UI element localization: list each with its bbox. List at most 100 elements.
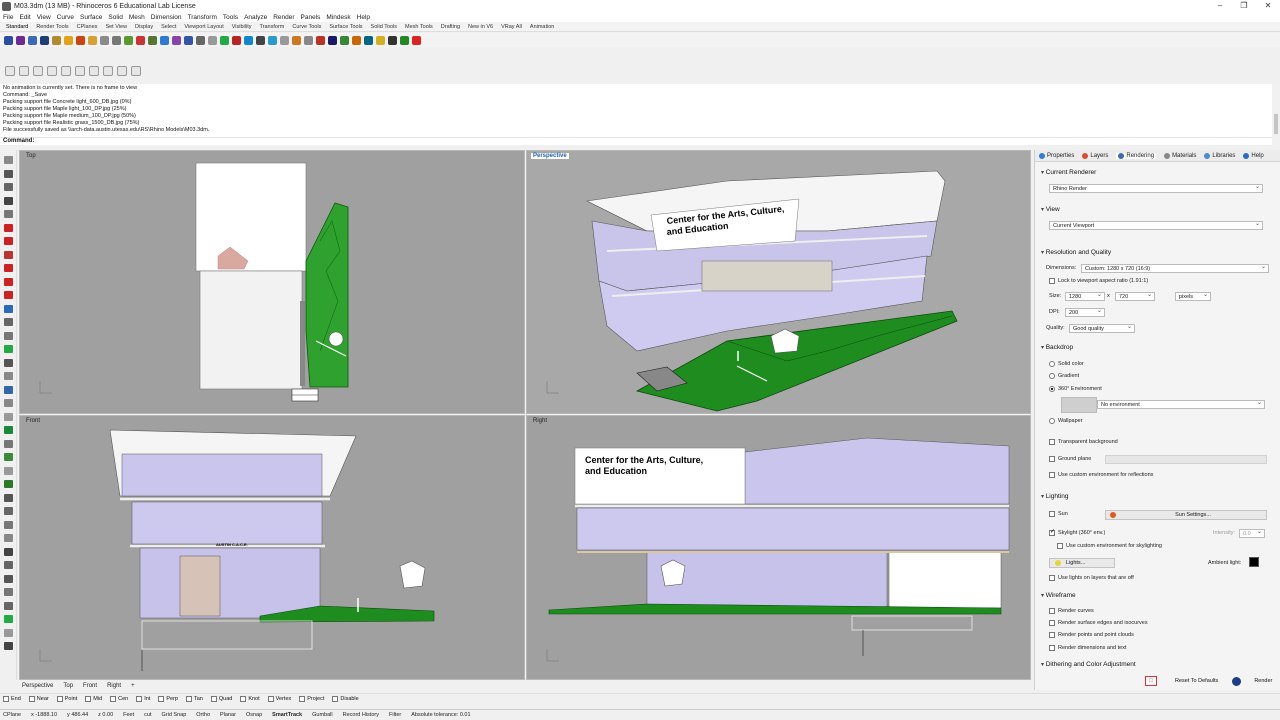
checkbox[interactable] [1049,439,1055,445]
vptab-front[interactable]: Front [83,683,97,689]
status-ortho[interactable]: Ortho [196,712,210,718]
tab-standard[interactable]: Standard [6,24,28,30]
left-tool-icon[interactable] [4,291,13,299]
left-tool-icon[interactable] [4,156,13,164]
toolbar-tool-icon[interactable] [16,35,25,45]
checkbox[interactable] [158,696,165,702]
osnap-end[interactable]: End [3,696,21,702]
status-planar[interactable]: Planar [220,712,236,718]
restore-icon[interactable]: ❐ [1232,0,1256,12]
radio-button[interactable] [1049,386,1055,392]
toolbar-tool-icon[interactable] [292,35,301,45]
menu-analyze[interactable]: Analyze [244,14,267,21]
left-tool-icon[interactable] [4,183,13,191]
section-wireframe[interactable]: Wireframe [1041,592,1076,599]
custom-env-reflections-row[interactable]: Use custom environment for reflections [1049,472,1153,478]
left-tool-icon[interactable] [4,399,13,407]
ambient-color-swatch[interactable] [1249,557,1259,567]
tab-select[interactable]: Select [161,24,176,30]
left-tool-icon[interactable] [4,385,13,394]
checkbox[interactable] [332,696,339,702]
render-button[interactable]: Render [1254,678,1272,684]
status-grid-snap[interactable]: Grid Snap [162,712,187,718]
toolbar-tool-icon[interactable] [196,35,205,45]
viewport-right[interactable]: Right Center for the Arts, Culture, and … [526,415,1031,680]
environment-thumbnail[interactable] [1061,397,1097,413]
radio-button[interactable] [1049,361,1055,367]
height-input[interactable]: 720 [1115,291,1155,301]
left-tool-icon[interactable] [4,250,13,259]
toolbar-tool-icon[interactable] [136,35,145,45]
checkbox[interactable] [1049,575,1055,581]
left-tool-icon[interactable] [4,169,13,178]
menu-help[interactable]: Help [357,14,370,21]
toolbar-tool-icon[interactable] [148,35,157,45]
ground-plane-row[interactable]: Ground plane [1049,456,1091,462]
toolbar-tool-icon[interactable] [400,35,409,45]
left-tool-icon[interactable] [4,507,13,515]
left-tool-icon[interactable] [4,264,13,272]
minimize-icon[interactable]: – [1208,0,1232,12]
select-icon[interactable] [75,66,85,76]
quality-select[interactable]: Good quality [1069,323,1135,333]
status-layer[interactable]: cut [144,712,151,718]
width-input[interactable]: 1280 [1065,291,1105,301]
status-smarttrack[interactable]: SmartTrack [272,712,302,718]
osnap-vertex[interactable]: Vertex [267,696,291,702]
toolbar-tool-icon[interactable] [172,35,181,45]
checkbox[interactable] [1049,528,1055,536]
vptab-right[interactable]: Right [107,683,121,689]
checkbox[interactable] [85,696,92,702]
toolbar-tool-icon[interactable] [232,35,241,45]
checkbox[interactable] [267,696,274,702]
left-tool-icon[interactable] [4,426,13,434]
menu-solid[interactable]: Solid [108,14,122,21]
vptab-top[interactable]: Top [63,683,73,689]
render-points-row[interactable]: Render points and point clouds [1049,632,1134,638]
grid-icon[interactable] [47,66,57,76]
backdrop-wallpaper[interactable]: Wallpaper [1049,418,1083,424]
left-tool-icon[interactable] [4,318,13,326]
osnap-cen[interactable]: Cen [110,696,128,702]
backdrop-360-env[interactable]: 360° Environment [1049,386,1102,392]
left-tool-icon[interactable] [4,520,13,529]
menu-transform[interactable]: Transform [188,14,217,21]
checkbox[interactable] [28,696,35,702]
dimensions-select[interactable]: Custom: 1280 x 720 (16:9) [1081,263,1269,273]
menu-edit[interactable]: Edit [19,14,30,21]
osnap-knot[interactable]: Knot [240,696,260,702]
left-tool-icon[interactable] [4,642,13,650]
section-backdrop[interactable]: Backdrop [1041,344,1073,351]
tab-display[interactable]: Display [135,24,153,30]
osnap-disable[interactable]: Disable [332,696,359,702]
toolbar-tool-icon[interactable] [76,35,85,45]
left-tool-icon[interactable] [4,331,13,340]
checkbox[interactable] [185,696,192,702]
toolbar-tool-icon[interactable] [280,35,289,45]
toolbar-tool-icon[interactable] [4,35,13,45]
check-icon[interactable] [5,66,15,76]
menu-dimension[interactable]: Dimension [151,14,182,21]
toolbar-tool-icon[interactable] [124,35,133,45]
toolbar-tool-icon[interactable] [376,35,385,45]
osnap-perp[interactable]: Perp [158,696,178,702]
checkbox[interactable] [1049,645,1055,651]
osnap-tan[interactable]: Tan [185,696,203,702]
radio-button[interactable] [1049,373,1055,379]
brush-icon[interactable] [117,66,127,76]
tab-curve-tools[interactable]: Curve Tools [292,24,321,30]
group-icon[interactable] [89,66,99,76]
use-lights-layers-row[interactable]: Use lights on layers that are off [1049,575,1134,581]
left-tool-icon[interactable] [4,628,13,637]
status-filter[interactable]: Filter [389,712,401,718]
toolbar-tool-icon[interactable] [100,35,109,45]
checkbox[interactable] [56,696,63,702]
menu-panels[interactable]: Panels [301,14,321,21]
toolbar-tool-icon[interactable] [160,35,169,45]
toolbar-tool-icon[interactable] [208,35,217,45]
zoom-icon[interactable] [131,66,141,76]
checkbox[interactable] [1049,511,1055,517]
left-tool-icon[interactable] [4,615,13,623]
left-tool-icon[interactable] [4,493,13,502]
tab-mesh-tools[interactable]: Mesh Tools [405,24,433,30]
